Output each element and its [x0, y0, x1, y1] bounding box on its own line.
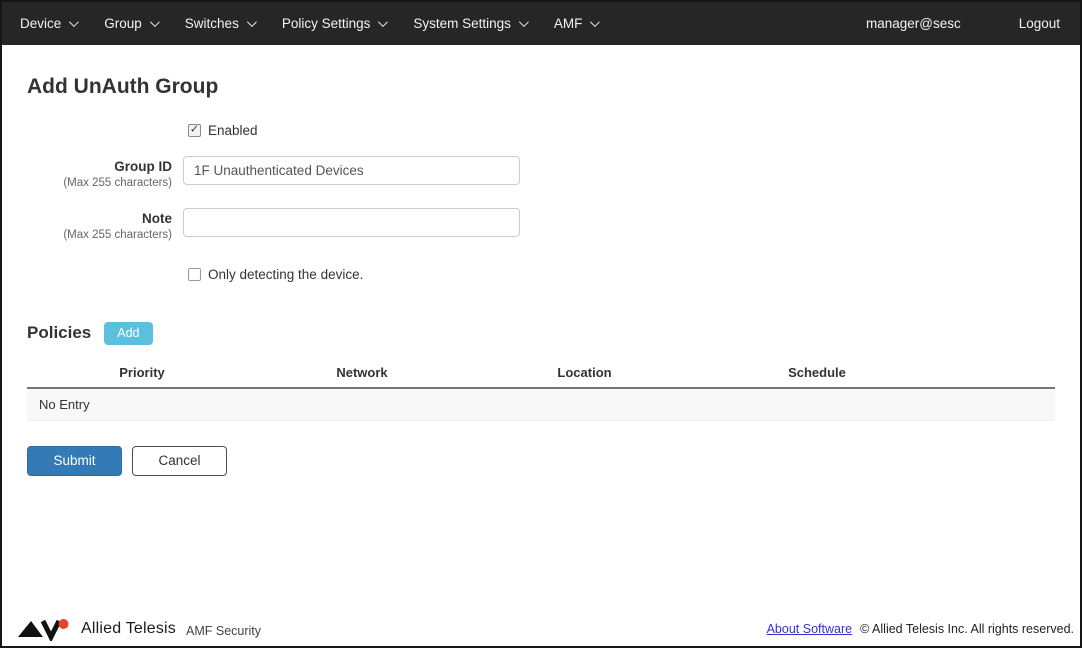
product-name: AMF Security — [186, 623, 262, 638]
cancel-button[interactable]: Cancel — [132, 445, 227, 476]
footer: Allied Telesis AMF Security About Softwa… — [2, 612, 1080, 646]
allied-telesis-logo-icon — [18, 619, 69, 641]
column-header-actions — [932, 365, 1055, 380]
copyright-text: © Allied Telesis Inc. All rights reserve… — [860, 622, 1074, 636]
group-id-label: Group ID (Max 255 characters) — [27, 156, 172, 190]
chevron-down-icon — [378, 17, 389, 28]
column-header-priority: Priority — [119, 364, 165, 380]
only-detecting-checkbox-label: Only detecting the device. — [208, 266, 364, 282]
nav-item-device[interactable]: Device — [10, 2, 86, 45]
brand-name: Allied Telesis — [81, 620, 176, 637]
nav-item-group[interactable]: Group — [94, 2, 167, 45]
enabled-checkbox[interactable]: ✓ Enabled — [183, 123, 1055, 138]
group-id-hint: (Max 255 characters) — [63, 176, 172, 189]
column-header-network: Network — [336, 364, 388, 380]
logged-in-user: manager@sesc — [865, 16, 961, 31]
footer-brand: Allied Telesis AMF Security — [18, 617, 261, 641]
enabled-checkbox-label: Enabled — [208, 123, 258, 138]
nav-menu: Device Group Switches Policy Settings Sy… — [10, 2, 615, 45]
nav-item-amf[interactable]: AMF — [544, 2, 608, 45]
column-header-location: Location — [557, 364, 612, 380]
chevron-down-icon — [590, 17, 601, 28]
about-software-link[interactable]: About Software — [767, 622, 852, 636]
chevron-down-icon — [518, 17, 529, 28]
checkbox-icon: ✓ — [188, 267, 201, 281]
nav-item-policy-settings[interactable]: Policy Settings — [272, 2, 396, 45]
submit-button[interactable]: Submit — [27, 445, 122, 476]
policies-table: Priority Network Location Schedule No En… — [27, 359, 1055, 421]
check-icon: ✓ — [189, 123, 200, 136]
nav-item-switches[interactable]: Switches — [175, 2, 264, 45]
only-detecting-checkbox[interactable]: ✓ Only detecting the device. — [183, 267, 1055, 282]
group-id-row: Group ID (Max 255 characters) — [27, 156, 1055, 190]
policies-heading: Policies — [27, 323, 92, 342]
chevron-down-icon — [246, 17, 257, 28]
group-id-input[interactable] — [183, 156, 520, 185]
app-window: Device Group Switches Policy Settings Sy… — [0, 0, 1082, 648]
policies-section-header: Policies Add — [27, 321, 1055, 345]
add-policy-button[interactable]: Add — [104, 321, 153, 345]
policies-table-header: Priority Network Location Schedule — [27, 359, 1055, 389]
column-header-schedule: Schedule — [788, 364, 846, 380]
chevron-down-icon — [149, 17, 160, 28]
footer-links: About Software © Allied Telesis Inc. All… — [767, 622, 1074, 636]
note-label: Note (Max 255 characters) — [27, 208, 172, 242]
main-content: Add UnAuth Group ✓ Enabled Group ID (Max… — [2, 75, 1080, 476]
top-nav: Device Group Switches Policy Settings Sy… — [2, 2, 1080, 45]
checkbox-icon: ✓ — [188, 124, 201, 137]
note-row: Note (Max 255 characters) — [27, 208, 1055, 242]
page-title: Add UnAuth Group — [27, 75, 219, 98]
empty-table-row: No Entry — [27, 388, 1055, 421]
logout-button[interactable]: Logout — [1009, 16, 1070, 31]
form-actions: Submit Cancel — [27, 445, 1055, 476]
note-hint: (Max 255 characters) — [63, 229, 172, 242]
unauth-group-form: ✓ Enabled Group ID (Max 255 characters) … — [27, 123, 1055, 282]
nav-right: manager@sesc Logout — [866, 16, 1070, 31]
note-input[interactable] — [183, 208, 520, 238]
nav-item-system-settings[interactable]: System Settings — [403, 2, 536, 45]
chevron-down-icon — [69, 17, 80, 28]
